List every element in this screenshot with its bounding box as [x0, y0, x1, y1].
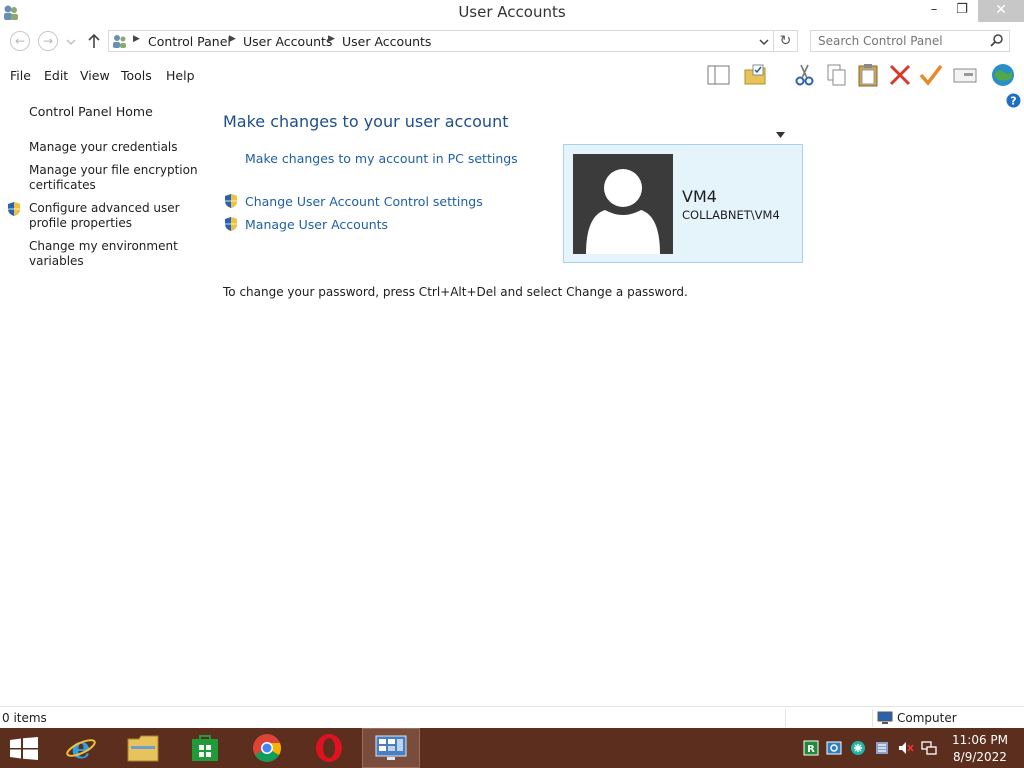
- svg-text:R: R: [807, 744, 815, 755]
- search-icon[interactable]: [990, 33, 1004, 47]
- clock-time[interactable]: 11:06 PM: [950, 733, 1010, 747]
- user-name: VM4: [682, 187, 717, 206]
- cut-icon[interactable]: [792, 62, 818, 88]
- breadcrumb-separator-icon[interactable]: ▶: [229, 34, 236, 44]
- control-panel-icon: [375, 735, 407, 760]
- status-divider: [785, 709, 786, 727]
- up-arrow-icon[interactable]: [87, 33, 101, 49]
- tray-settings-icon[interactable]: [874, 740, 890, 756]
- search-input[interactable]: [811, 31, 987, 51]
- menu-tools[interactable]: Tools: [121, 68, 152, 83]
- user-domain: COLLABNET\VM4: [682, 208, 780, 222]
- password-instructions: To change your password, press Ctrl+Alt+…: [223, 285, 688, 299]
- forward-button[interactable]: →: [38, 31, 58, 51]
- address-row: ← → ▶ Control Panel ▶ User Accounts ▶ Us…: [0, 26, 1024, 56]
- user-account-card[interactable]: VM4 COLLABNET\VM4: [563, 144, 803, 263]
- refresh-icon: ↻: [779, 33, 792, 49]
- avatar: [573, 154, 673, 254]
- search-box[interactable]: [810, 30, 1010, 52]
- checkmark-icon[interactable]: [918, 62, 944, 88]
- menu-file[interactable]: File: [10, 68, 31, 83]
- shield-icon: [225, 217, 237, 231]
- svg-text:e: e: [71, 733, 90, 763]
- close-button[interactable]: ✕: [978, 0, 1024, 22]
- taskbar-file-explorer[interactable]: [114, 728, 172, 768]
- windows-start-icon[interactable]: [10, 737, 38, 760]
- taskbar: e R 11:06 PM 8/9/2022: [0, 728, 1024, 768]
- properties-icon[interactable]: [952, 62, 978, 88]
- taskbar-opera[interactable]: [300, 728, 358, 768]
- left-task-pane: Control Panel Home Manage your credentia…: [0, 98, 210, 698]
- title-bar: User Accounts – ❐ ✕: [0, 0, 1024, 24]
- status-divider: [872, 709, 873, 727]
- shield-icon: [8, 202, 20, 216]
- back-button[interactable]: ←: [10, 31, 30, 51]
- breadcrumb-separator-icon[interactable]: ▶: [328, 34, 335, 44]
- manage-user-accounts-link[interactable]: Manage User Accounts: [245, 217, 388, 232]
- taskbar-store[interactable]: [176, 728, 234, 768]
- uac-settings-link[interactable]: Change User Account Control settings: [245, 194, 483, 209]
- clock-date[interactable]: 8/9/2022: [950, 750, 1010, 764]
- folder-options-icon[interactable]: [743, 62, 769, 88]
- shield-icon: [225, 194, 237, 208]
- computer-icon: [877, 711, 893, 724]
- control-panel-home-link[interactable]: Control Panel Home: [29, 104, 199, 119]
- menu-help[interactable]: Help: [166, 68, 195, 83]
- main-content: Make changes to your user account Make c…: [223, 110, 1013, 610]
- delete-icon[interactable]: [887, 62, 913, 88]
- taskbar-internet-explorer[interactable]: e: [52, 728, 110, 768]
- file-encryption-link[interactable]: Manage your file encryption certificates: [29, 163, 199, 193]
- breadcrumb-separator-icon: ▶: [133, 34, 140, 44]
- manage-credentials-link[interactable]: Manage your credentials: [29, 140, 199, 155]
- menu-bar: File Edit View Tools Help: [0, 60, 1024, 138]
- minimize-button[interactable]: –: [920, 0, 948, 22]
- volume-muted-icon[interactable]: [898, 740, 914, 756]
- advanced-profile-link[interactable]: Configure advanced user profile properti…: [29, 201, 199, 231]
- taskbar-chrome[interactable]: [238, 728, 296, 768]
- network-icon[interactable]: [921, 740, 937, 756]
- status-bar: 0 items Computer: [0, 706, 1024, 728]
- address-dropdown-icon[interactable]: [759, 38, 769, 46]
- taskbar-control-panel[interactable]: [362, 728, 420, 768]
- chrome-icon: [253, 734, 281, 762]
- paste-icon[interactable]: [855, 62, 881, 88]
- tray-network-tool-icon[interactable]: [850, 740, 866, 756]
- internet-explorer-icon: e: [66, 733, 96, 763]
- breadcrumb-user-accounts-current[interactable]: User Accounts: [342, 34, 431, 49]
- page-title: Make changes to your user account: [223, 112, 509, 131]
- breadcrumb-user-accounts[interactable]: User Accounts: [243, 34, 332, 49]
- svg-text:?: ?: [1010, 95, 1016, 108]
- tray-app-icon[interactable]: R: [803, 740, 819, 756]
- breadcrumb-control-panel[interactable]: Control Panel: [148, 34, 231, 49]
- address-bar[interactable]: ▶ Control Panel ▶ User Accounts ▶ User A…: [108, 30, 774, 52]
- environment-variables-link[interactable]: Change my environment variables: [29, 239, 199, 269]
- pc-settings-link[interactable]: Make changes to my account in PC setting…: [245, 151, 518, 166]
- menu-view[interactable]: View: [80, 68, 110, 83]
- help-icon[interactable]: ?: [1006, 93, 1021, 108]
- opera-icon: [316, 734, 342, 762]
- zone-label: Computer: [897, 711, 957, 725]
- control-panel-icon: [113, 35, 126, 48]
- store-icon: [192, 735, 218, 761]
- layout-pane-icon[interactable]: [706, 62, 732, 88]
- tray-update-icon[interactable]: [826, 740, 842, 756]
- recent-pages-chevron-icon[interactable]: [66, 38, 76, 46]
- globe-icon[interactable]: [990, 62, 1016, 88]
- user-silhouette-icon: [586, 169, 660, 254]
- folder-icon: [127, 735, 159, 762]
- arrow-right-icon: →: [42, 34, 54, 48]
- arrow-left-icon: ←: [14, 34, 26, 48]
- item-count: 0 items: [2, 711, 47, 725]
- restore-button[interactable]: ❐: [948, 0, 976, 22]
- window-title: User Accounts: [458, 3, 566, 21]
- menu-edit[interactable]: Edit: [44, 68, 68, 83]
- refresh-button[interactable]: ↻: [774, 30, 798, 52]
- copy-icon[interactable]: [824, 62, 850, 88]
